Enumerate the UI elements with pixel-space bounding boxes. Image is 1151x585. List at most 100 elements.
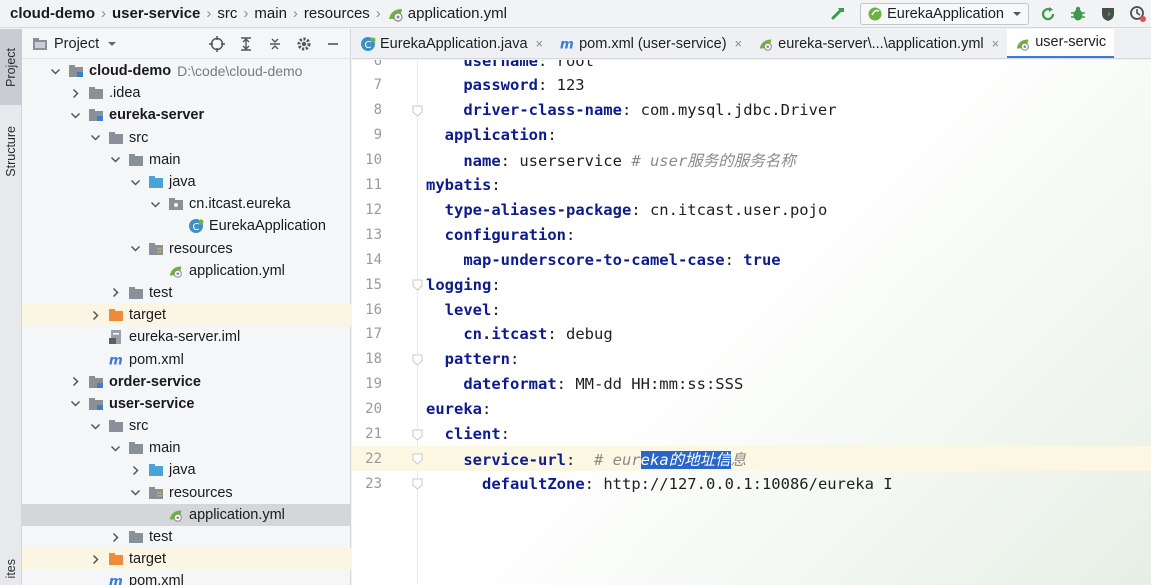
breadcrumb-item[interactable]: resources xyxy=(304,5,370,22)
tree-item-application-yml[interactable]: application.yml xyxy=(22,260,351,282)
tree-item-pom-xml[interactable]: m pom.xml xyxy=(22,570,351,585)
line-number: 9 xyxy=(373,127,382,144)
editor-tab[interactable]: C EurekaApplication.java × xyxy=(352,29,551,58)
fold-marker-icon[interactable] xyxy=(412,353,423,366)
debug-bug-icon[interactable] xyxy=(1067,3,1089,25)
tree-item-user-service[interactable]: user-service xyxy=(22,393,351,415)
code-line[interactable]: 11 mybatis: xyxy=(352,173,1151,198)
hide-panel-icon[interactable] xyxy=(322,33,344,55)
settings-gear-icon[interactable] xyxy=(293,33,315,55)
locate-file-icon[interactable] xyxy=(206,33,228,55)
chevron-right-icon[interactable] xyxy=(68,86,82,100)
code-line[interactable]: 23 defaultZone: http://127.0.0.1:10086/e… xyxy=(352,471,1151,496)
chevron-down-icon[interactable] xyxy=(148,197,162,211)
collapse-all-icon[interactable] xyxy=(264,33,286,55)
chevron-down-icon[interactable] xyxy=(88,419,102,433)
code-line[interactable]: 10 name: userservice # user服务的服务名称 xyxy=(352,148,1151,173)
tree-item-resources[interactable]: resources xyxy=(22,482,351,504)
tree-item-label: java xyxy=(169,174,196,191)
chevron-down-icon[interactable] xyxy=(88,131,102,145)
fold-marker-icon[interactable] xyxy=(412,428,423,441)
chevron-right-icon[interactable] xyxy=(108,530,122,544)
tree-item-main[interactable]: main xyxy=(22,437,351,459)
fold-marker-icon[interactable] xyxy=(412,477,423,490)
tree-item-java[interactable]: java xyxy=(22,171,351,193)
breadcrumb-item[interactable]: cloud-demo xyxy=(10,5,95,22)
breadcrumb-item[interactable]: main xyxy=(254,5,287,22)
editor-tab[interactable]: eureka-server\...\application.yml × xyxy=(750,29,1007,58)
chevron-down-icon[interactable] xyxy=(108,153,122,167)
fold-marker-icon[interactable] xyxy=(412,452,423,466)
code-line[interactable]: 22 service-url: # eureka的地址信息 xyxy=(352,446,1151,472)
tree-item-test[interactable]: test xyxy=(22,526,351,548)
tree-item-src[interactable]: src xyxy=(22,415,351,437)
coverage-shield-icon[interactable] xyxy=(1097,3,1119,25)
chevron-right-icon[interactable] xyxy=(68,375,82,389)
chevron-right-icon[interactable] xyxy=(88,552,102,566)
close-icon[interactable]: × xyxy=(735,36,743,51)
chevron-down-icon[interactable] xyxy=(48,64,62,78)
chevron-down-icon[interactable] xyxy=(68,397,82,411)
tree-item-test[interactable]: test xyxy=(22,282,351,304)
close-icon[interactable]: × xyxy=(536,36,544,51)
tree-item-target[interactable]: target xyxy=(22,304,351,327)
code-line[interactable]: 19 dateformat: MM-dd HH:mm:ss:SSS xyxy=(352,372,1151,397)
tree-item-pom-xml[interactable]: m pom.xml xyxy=(22,348,351,370)
chevron-right-icon[interactable] xyxy=(128,463,142,477)
project-tool-tab[interactable]: Project xyxy=(0,29,22,105)
editor-tab[interactable]: user-servic xyxy=(1007,29,1115,58)
tree-item-eurekaapplication[interactable]: C EurekaApplication xyxy=(22,215,351,237)
code-line[interactable]: 20 eureka: xyxy=(352,397,1151,422)
expand-all-icon[interactable] xyxy=(235,33,257,55)
chevron-down-icon[interactable] xyxy=(68,108,82,122)
tree-item-eureka-server-iml[interactable]: eureka-server.iml xyxy=(22,326,351,348)
tree-item--idea[interactable]: .idea xyxy=(22,82,351,104)
tree-item-target[interactable]: target xyxy=(22,548,351,571)
chevron-down-icon[interactable] xyxy=(108,441,122,455)
build-hammer-icon[interactable] xyxy=(828,3,850,25)
code-line[interactable]: 17 cn.itcast: debug xyxy=(352,322,1151,347)
tree-item-main[interactable]: main xyxy=(22,149,351,171)
chevron-right-icon[interactable] xyxy=(88,308,102,322)
code-line[interactable]: 18 pattern: xyxy=(352,347,1151,372)
code-line[interactable]: 12 type-aliases-package: cn.itcast.user.… xyxy=(352,197,1151,222)
tree-item-resources[interactable]: resources xyxy=(22,238,351,260)
code-line[interactable]: 6 username: root xyxy=(352,60,1151,73)
code-line[interactable]: 14 map-underscore-to-camel-case: true xyxy=(352,247,1151,272)
favorites-tool-tab[interactable]: ites xyxy=(0,553,22,585)
code-line[interactable]: 8 driver-class-name: com.mysql.jdbc.Driv… xyxy=(352,98,1151,123)
breadcrumb-item[interactable]: src xyxy=(217,5,237,22)
code-line[interactable]: 15 logging: xyxy=(352,272,1151,297)
code-line[interactable]: 13 configuration: xyxy=(352,222,1151,247)
code-line[interactable]: 16 level: xyxy=(352,297,1151,322)
chevron-down-icon[interactable] xyxy=(128,242,142,256)
breadcrumb-item[interactable]: application.yml xyxy=(387,5,507,22)
module-folder-icon xyxy=(88,396,104,412)
view-mode-chevron-icon[interactable] xyxy=(107,39,117,49)
fold-marker-icon[interactable] xyxy=(412,278,423,291)
code-line[interactable]: 9 application: xyxy=(352,123,1151,148)
rerun-icon[interactable] xyxy=(1037,3,1059,25)
project-panel-title[interactable]: Project xyxy=(54,36,99,52)
chevron-right-icon[interactable] xyxy=(108,286,122,300)
tree-item-order-service[interactable]: order-service xyxy=(22,371,351,393)
profiler-icon[interactable] xyxy=(1127,3,1149,25)
tree-item-src[interactable]: src xyxy=(22,127,351,149)
editor-tabs: C EurekaApplication.java × m pom.xml (user-s… xyxy=(352,29,1151,59)
tree-item-eureka-server[interactable]: eureka-server xyxy=(22,104,351,126)
structure-tool-tab[interactable]: Structure xyxy=(0,111,22,191)
tree-item-cloud-demo[interactable]: cloud-demo D:\code\cloud-demo xyxy=(22,60,351,82)
chevron-down-icon[interactable] xyxy=(128,175,142,189)
code-line[interactable]: 7 password: 123 xyxy=(352,73,1151,98)
breadcrumb-item[interactable]: user-service xyxy=(112,5,200,22)
fold-marker-icon[interactable] xyxy=(412,104,423,117)
close-icon[interactable]: × xyxy=(992,36,1000,51)
tree-item-java[interactable]: java xyxy=(22,459,351,481)
run-configuration-select[interactable]: EurekaApplication xyxy=(860,3,1029,25)
tree-item-application-yml[interactable]: application.yml xyxy=(22,503,351,526)
code-line[interactable]: 21 client: xyxy=(352,422,1151,447)
code-editor[interactable]: ··· ··· 6 username: root 7 password: 123 8… xyxy=(352,60,1151,585)
editor-tab[interactable]: m pom.xml (user-service) × xyxy=(551,29,750,58)
tree-item-cn-itcast-eureka[interactable]: cn.itcast.eureka xyxy=(22,193,351,215)
chevron-down-icon[interactable] xyxy=(128,486,142,500)
